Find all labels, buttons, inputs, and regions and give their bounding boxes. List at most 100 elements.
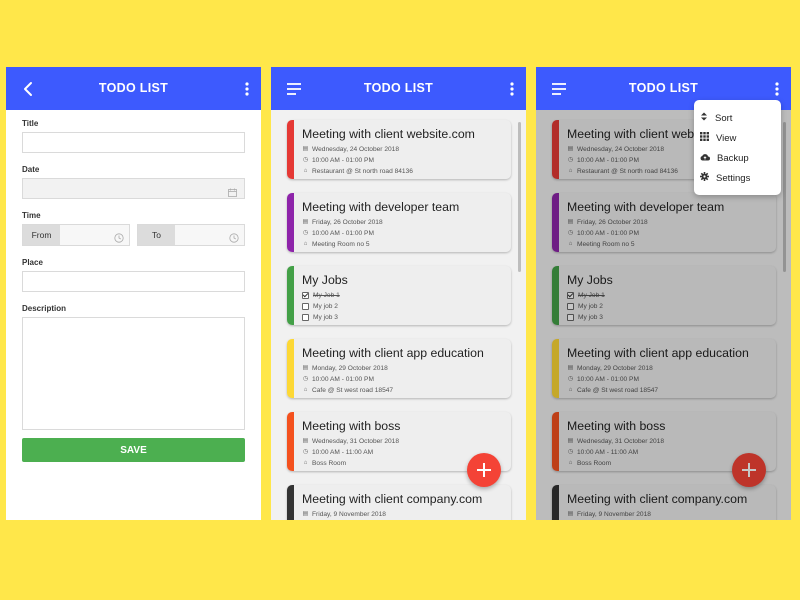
date-label: Date [22,165,40,174]
card-date-text: Friday, 26 October 2018 [312,219,383,226]
todo-card[interactable]: Meeting with client company.com ▤ Friday, … [287,485,511,520]
card-time-text: 10:00 AM - 01:00 PM [312,376,374,383]
job-item[interactable]: My job 2 [302,303,338,310]
card-time-text: 10:00 AM - 11:00 AM [312,449,374,456]
card-title: Meeting with client company.com [302,492,483,506]
app-title: TODO LIST [98,81,169,95]
card-date-text: Wednesday, 31 October 2018 [312,438,399,445]
todo-card[interactable]: Meeting with developer team ▤ Friday, 26 O… [287,193,511,252]
place-input[interactable] [22,271,245,292]
card-time: ◷ 10:00 AM - 11:00 AM [302,449,373,456]
menu-item-sort[interactable]: Sort [694,108,781,128]
more-vertical-icon[interactable] [244,81,250,97]
checkbox-icon[interactable] [302,314,309,321]
clock-icon: ◷ [302,376,309,382]
calendar-icon[interactable] [228,184,237,202]
job-label: My Job 1 [313,292,340,299]
card-place-text: Restaurant @ St north road 84136 [312,168,413,175]
card-color-bar [287,339,294,398]
card-title: Meeting with developer team [302,200,460,214]
location-icon: ⌂ [303,241,308,247]
app-title: TODO LIST [628,81,699,95]
card-place-text: Boss Room [312,460,347,467]
gear-icon [700,172,716,184]
todo-list-menu-screen: TODO LIST Meeting with client website.co… [536,67,791,520]
card-place: ⌂ Restaurant @ St north road 84136 [302,168,413,175]
app-bar: TODO LIST [271,67,526,110]
clock-icon: ◷ [302,449,309,455]
app-title: TODO LIST [363,81,434,95]
time-from-input[interactable]: From [22,224,130,246]
menu-item-label: Sort [715,112,733,124]
date-input[interactable] [22,178,245,199]
card-date-text: Wednesday, 24 October 2018 [312,146,399,153]
location-icon: ⌂ [303,387,308,393]
calendar-icon: ▤ [302,511,309,517]
card-time: ◷ 10:00 AM - 01:00 PM [302,230,374,237]
card-time-text: 10:00 AM - 01:00 PM [312,230,374,237]
calendar-icon: ▤ [302,438,309,444]
card-place: ⌂ Boss Room [302,460,346,467]
description-input[interactable] [22,317,245,430]
menu-item-backup[interactable]: Backup [694,148,781,168]
from-label: From [23,225,60,245]
save-button[interactable]: SAVE [22,438,245,462]
job-label: My job 3 [313,314,338,321]
card-place-text: Cafe @ St west road 18547 [312,387,394,394]
card-date: ▤ Friday, 9 November 2018 [302,511,386,518]
calendar-icon: ▤ [302,146,309,152]
menu-item-settings[interactable]: Settings [694,168,781,188]
card-color-bar [287,412,294,471]
calendar-icon: ▤ [302,219,309,225]
title-label: Title [22,119,39,128]
card-title: Meeting with client app education [302,346,484,360]
checked-checkbox-icon[interactable] [302,292,309,299]
card-place-text: Meeting Room no 5 [312,241,370,248]
app-bar: TODO LIST [6,67,261,110]
card-title: Meeting with client website.com [302,127,475,141]
clock-icon: ◷ [302,230,309,236]
card-date: ▤ Monday, 29 October 2018 [302,365,388,372]
todo-card[interactable]: My Jobs My Job 1 My job 2 My job 3 [287,266,511,325]
checkbox-icon[interactable] [302,303,309,310]
add-todo-fab[interactable] [467,453,501,487]
card-color-bar [287,120,294,179]
location-icon: ⌂ [303,460,308,466]
card-color-bar [287,266,294,325]
card-time: ◷ 10:00 AM - 01:00 PM [302,157,374,164]
more-vertical-icon[interactable] [774,81,780,97]
place-label: Place [22,258,43,267]
todo-card[interactable]: Meeting with client website.com ▤ Wednesda… [287,120,511,179]
todo-card[interactable]: Meeting with client app education ▤ Monday… [287,339,511,398]
overflow-menu: Sort View Backup Settings [694,100,781,195]
card-date-text: Friday, 9 November 2018 [312,511,386,518]
clock-icon: ◷ [302,157,309,163]
menu-item-label: Backup [717,152,749,164]
card-title: My Jobs [302,273,348,287]
card-date: ▤ Friday, 26 October 2018 [302,219,383,226]
job-item[interactable]: My job 3 [302,314,338,321]
card-date: ▤ Wednesday, 31 October 2018 [302,438,399,445]
calendar-icon: ▤ [302,365,309,371]
title-input[interactable] [22,132,245,153]
job-item[interactable]: My Job 1 [302,292,340,299]
grid-view-icon [700,132,716,144]
card-time-text: 10:00 AM - 01:00 PM [312,157,374,164]
more-vertical-icon[interactable] [509,81,515,97]
time-to-input[interactable]: To [137,224,245,246]
card-place: ⌂ Meeting Room no 5 [302,241,370,248]
todo-list-screen: TODO LIST Meeting with client website.co… [271,67,526,520]
cloud-upload-icon [700,153,717,164]
card-time: ◷ 10:00 AM - 01:00 PM [302,376,374,383]
job-label: My job 2 [313,303,338,310]
description-label: Description [22,304,67,313]
card-title: Meeting with boss [302,419,401,433]
clock-icon [229,230,239,248]
card-color-bar [287,193,294,252]
card-color-bar [287,485,294,520]
scrollbar[interactable] [518,122,521,272]
menu-item-label: View [716,132,737,144]
add-todo-screen: TODO LIST Title Date Time From To Place … [6,67,261,520]
clock-icon [114,230,124,248]
menu-item-view[interactable]: View [694,128,781,148]
